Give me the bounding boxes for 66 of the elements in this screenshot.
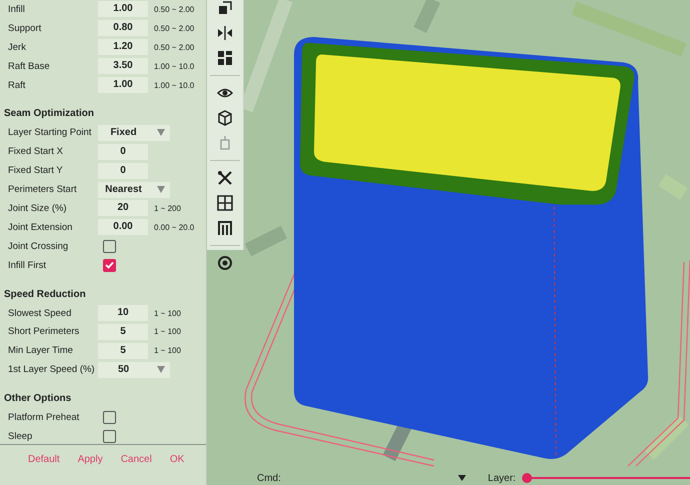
number-field[interactable]: 5	[98, 342, 148, 359]
setting-label: Infill	[8, 4, 26, 15]
setting-label: Joint Extension	[8, 222, 74, 233]
layer-label: Layer:	[488, 472, 516, 484]
setting-label: Short Perimeters	[8, 326, 80, 338]
range-hint: 0.50 ~ 2.00	[154, 42, 194, 52]
setting-label: Jerk	[8, 42, 27, 53]
number-field[interactable]: 20	[98, 200, 148, 216]
setting-label: 1st Layer Speed (%)	[8, 364, 96, 376]
section-heading: Seam Optimization	[3, 107, 96, 122]
dropdown[interactable]: Fixed	[98, 124, 170, 141]
range-hint: 0.50 ~ 2.00	[154, 4, 194, 14]
setting-label: Platform Preheat	[8, 412, 80, 424]
checkbox[interactable]	[103, 411, 116, 424]
range-hint: 1.00 ~ 10.0	[154, 80, 194, 90]
checkbox[interactable]	[103, 240, 116, 253]
range-hint: 1 ~ 200	[154, 204, 181, 213]
setting-label: Slowest Speed	[8, 308, 72, 319]
setting-label: Perimeters Start	[8, 184, 78, 196]
number-field[interactable]: 0	[98, 144, 148, 160]
range-hint: 1.00 ~ 10.0	[154, 62, 194, 71]
layout-icon[interactable]	[217, 50, 233, 66]
number-field[interactable]: 1.00	[98, 1, 148, 18]
setting-label: Joint Crossing	[8, 240, 70, 252]
setting-label: Support	[8, 22, 42, 34]
dropdown[interactable]: Nearest	[98, 182, 170, 198]
range-hint: 1 ~ 100	[154, 308, 181, 318]
floor-stripe	[644, 415, 689, 460]
number-field[interactable]: 3.50	[98, 58, 148, 74]
checkbox[interactable]	[103, 258, 116, 272]
cube-icon[interactable]	[217, 110, 233, 126]
setting-label: Raft	[8, 80, 26, 90]
range-hint: 0.00 ~ 20.0	[154, 222, 194, 232]
number-field[interactable]: 0.00	[98, 219, 148, 236]
floor-stripe	[244, 226, 288, 256]
grid-icon[interactable]	[217, 195, 233, 211]
number-field[interactable]: 0.80	[98, 20, 148, 36]
setting-label: Fixed Start Y	[8, 165, 64, 176]
caret-icon	[157, 186, 165, 194]
range-hint: 1 ~ 100	[154, 346, 181, 356]
checkbox[interactable]	[103, 430, 116, 443]
scale-icon[interactable]	[217, 0, 233, 16]
floor-stripe	[414, 0, 440, 33]
range-hint: 0.50 ~ 2.00	[154, 24, 194, 33]
caret-icon	[458, 475, 466, 481]
number-field[interactable]: 0	[98, 162, 148, 179]
setting-label: Raft Base	[8, 60, 51, 72]
section-heading: Other Options	[3, 392, 72, 406]
cmd-label: Cmd:	[257, 472, 281, 484]
mirror-icon[interactable]	[217, 25, 233, 41]
setting-label: Fixed Start X	[8, 146, 64, 158]
caret-icon	[157, 129, 165, 136]
dropdown[interactable]: 50	[98, 362, 170, 378]
number-field[interactable]: 1.20	[98, 39, 148, 56]
number-field[interactable]: 1.00	[98, 77, 148, 93]
setting-label: Infill First	[8, 260, 47, 271]
columns-icon[interactable]	[217, 220, 233, 236]
caret-icon	[157, 366, 165, 374]
setting-label: Sleep	[8, 430, 34, 442]
setting-label: Joint Size (%)	[8, 202, 68, 214]
section-heading: Speed Reduction	[3, 288, 87, 302]
number-field[interactable]: 10	[98, 305, 148, 322]
setting-label: Min Layer Time	[8, 345, 74, 356]
setting-label: Layer Starting Point	[8, 127, 92, 138]
number-field[interactable]: 5	[98, 324, 148, 340]
range-hint: 1 ~ 100	[154, 327, 181, 336]
